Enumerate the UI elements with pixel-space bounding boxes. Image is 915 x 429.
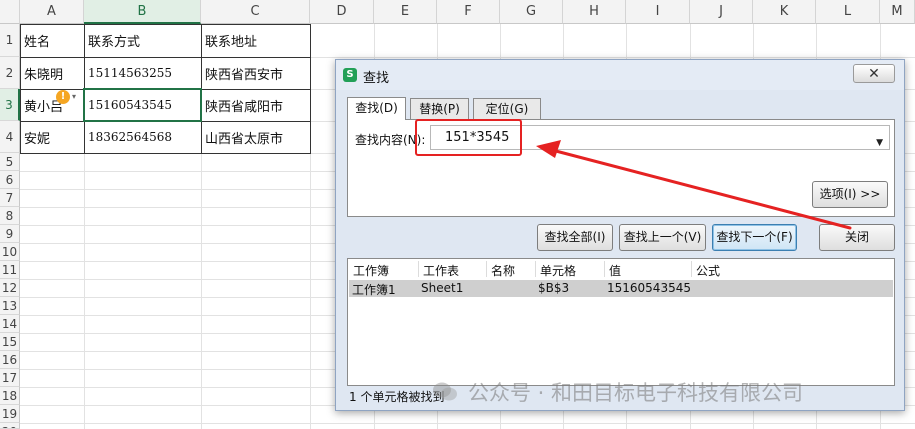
table-border [20, 121, 311, 122]
table-border [84, 24, 85, 154]
row-header-19[interactable]: 19 [0, 405, 20, 423]
column-header-d[interactable]: D [310, 0, 374, 24]
dialog-titlebar[interactable]: S 查找 ✕ [336, 60, 904, 90]
column-separator [486, 261, 487, 277]
results-column-workbook[interactable]: 工作簿 [353, 262, 389, 279]
row-header-10[interactable]: 10 [0, 243, 20, 261]
result-workbook: 工作簿1 [352, 283, 396, 297]
row-header-3[interactable]: 3 [0, 89, 20, 121]
results-column-formula[interactable]: 公式 [696, 262, 720, 279]
column-header-g[interactable]: G [500, 0, 563, 24]
cell-a2[interactable]: 朱晓明 [20, 57, 84, 89]
column-separator [691, 261, 692, 277]
watermark-text: 公众号 · 和田目标电子科技有限公司 [468, 381, 804, 405]
select-all-corner[interactable] [0, 0, 20, 24]
dropdown-arrow-icon[interactable]: ▼ [876, 132, 883, 155]
row-header-4[interactable]: 4 [0, 121, 20, 153]
wps-spreadsheet-icon: S [343, 68, 357, 82]
row-header-16[interactable]: 16 [0, 351, 20, 369]
table-border [201, 24, 202, 154]
table-border [20, 57, 311, 58]
gridline [20, 423, 915, 424]
column-separator [418, 261, 419, 277]
row-header-9[interactable]: 9 [0, 225, 20, 243]
column-header-j[interactable]: J [690, 0, 753, 24]
find-dialog: S 查找 ✕ 查找(D) 替换(P) 定位(G) 查找内容(N): 151*35… [335, 59, 905, 411]
column-header-m[interactable]: M [880, 0, 915, 24]
column-header-e[interactable]: E [374, 0, 437, 24]
row-header-13[interactable]: 13 [0, 297, 20, 315]
results-row[interactable]: 工作簿1 Sheet1 $B$3 15160543545 [349, 280, 893, 297]
status-text: 1 个单元格被找到 [349, 390, 445, 404]
results-column-sheet[interactable]: 工作表 [423, 262, 459, 279]
watermark: 公众号 · 和田目标电子科技有限公司 [432, 377, 803, 407]
column-separator [604, 261, 605, 277]
result-cell: $B$3 [538, 281, 570, 295]
results-column-cell[interactable]: 单元格 [540, 262, 576, 279]
row-header-14[interactable]: 14 [0, 315, 20, 333]
wechat-icon [433, 382, 457, 401]
column-separator [535, 261, 536, 277]
tab-find[interactable]: 查找(D) [347, 97, 406, 120]
row-header-6[interactable]: 6 [0, 171, 20, 189]
cell-c3[interactable]: 陕西省咸阳市 [201, 89, 310, 121]
cell-a1[interactable]: 姓名 [20, 24, 84, 57]
row-header-7[interactable]: 7 [0, 189, 20, 207]
column-header-h[interactable]: H [563, 0, 626, 24]
row-header-18[interactable]: 18 [0, 387, 20, 405]
row-header-20[interactable]: 20 [0, 423, 20, 429]
row-header-15[interactable]: 15 [0, 333, 20, 351]
column-header-k[interactable]: K [753, 0, 816, 24]
column-header-l[interactable]: L [816, 0, 880, 24]
cell-c4[interactable]: 山西省太原市 [201, 121, 310, 153]
find-all-button[interactable]: 查找全部(I) [537, 224, 613, 251]
options-button[interactable]: 选项(I) >> [812, 181, 888, 208]
row-header-12[interactable]: 12 [0, 279, 20, 297]
column-header-i[interactable]: I [626, 0, 690, 24]
dialog-title: 查找 [363, 71, 390, 86]
close-icon[interactable]: ✕ [853, 64, 895, 83]
annotation-highlight-box [415, 119, 522, 156]
warning-icon[interactable]: ! [56, 90, 70, 104]
column-header-b[interactable]: B [84, 0, 201, 24]
result-sheet: Sheet1 [421, 281, 464, 295]
cell-b3[interactable]: 15160543545 [84, 89, 201, 121]
results-column-value[interactable]: 值 [609, 262, 621, 279]
cell-b1[interactable]: 联系方式 [84, 24, 201, 57]
row-header-8[interactable]: 8 [0, 207, 20, 225]
tab-replace[interactable]: 替换(P) [410, 98, 469, 119]
cell-b2[interactable]: 15114563255 [84, 57, 201, 89]
find-next-button[interactable]: 查找下一个(F) [712, 224, 797, 251]
column-header-f[interactable]: F [437, 0, 500, 24]
row-header-1[interactable]: 1 [0, 24, 20, 57]
row-header-2[interactable]: 2 [0, 57, 20, 89]
results-column-name[interactable]: 名称 [491, 262, 515, 279]
row-header-5[interactable]: 5 [0, 153, 20, 171]
results-list: 工作簿 工作表 名称 单元格 值 公式 工作簿1 Sheet1 $B$3 151… [347, 258, 895, 386]
cell-b4[interactable]: 18362564568 [84, 121, 201, 153]
column-header-a[interactable]: A [20, 0, 84, 24]
cell-c2[interactable]: 陕西省西安市 [201, 57, 310, 89]
cell-c1[interactable]: 联系地址 [201, 24, 310, 57]
chevron-down-icon[interactable]: ▾ [72, 92, 76, 101]
column-header-c[interactable]: C [201, 0, 310, 24]
row-header-17[interactable]: 17 [0, 369, 20, 387]
tab-goto[interactable]: 定位(G) [473, 98, 541, 119]
cell-a4[interactable]: 安妮 [20, 121, 84, 153]
find-previous-button[interactable]: 查找上一个(V) [619, 224, 706, 251]
close-button[interactable]: 关闭 [819, 224, 895, 251]
row-header-11[interactable]: 11 [0, 261, 20, 279]
result-value: 15160543545 [607, 281, 691, 295]
